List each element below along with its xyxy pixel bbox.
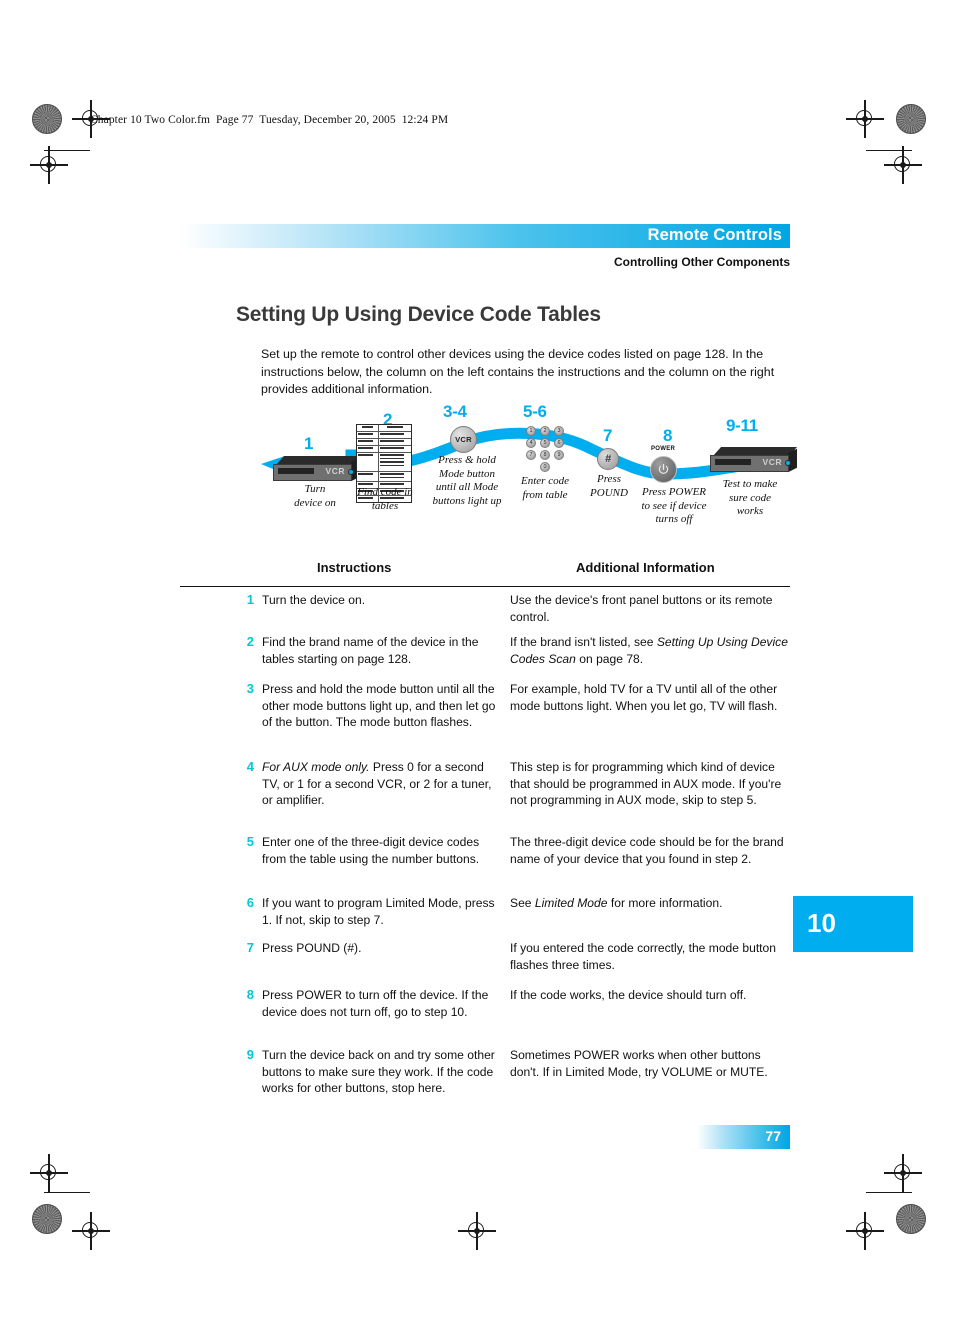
power-button-icon bbox=[650, 456, 677, 483]
step-number: 8 bbox=[246, 987, 254, 1002]
chapter-tab: 10 bbox=[793, 896, 913, 952]
step-instruction: Press POUND (#). bbox=[262, 941, 362, 955]
table-row: 3 Press and hold the mode button until a… bbox=[180, 681, 790, 759]
step-additional: If you entered the code correctly, the m… bbox=[510, 941, 776, 972]
trim-line-bottom-left bbox=[44, 1192, 90, 1194]
additional-text-emphasis: Limited Mode bbox=[534, 896, 608, 910]
flow-step-number-7: 7 bbox=[603, 426, 613, 445]
print-file-header: Chapter 10 Two Color.fm Page 77 Tuesday,… bbox=[90, 114, 449, 126]
column-header-instructions: Instructions bbox=[317, 560, 392, 575]
step-additional: If the code works, the device should tur… bbox=[510, 988, 747, 1002]
flow-step-number-3-4: 3-4 bbox=[443, 402, 467, 421]
page-number-band: 77 bbox=[697, 1125, 790, 1149]
table-row: 7 Press POUND (#). If you entered the co… bbox=[180, 940, 790, 987]
step-number: 7 bbox=[246, 940, 254, 955]
step-additional: For example, hold TV for a TV until all … bbox=[510, 682, 778, 713]
step-number: 3 bbox=[246, 681, 254, 696]
registration-mark-right-upper bbox=[884, 146, 922, 184]
step-instruction: Enter one of the three-digit device code… bbox=[262, 835, 480, 866]
table-row: 4 For AUX mode only. Press 0 for a secon… bbox=[180, 759, 790, 834]
step-instruction: Press POWER to turn off the device. If t… bbox=[262, 988, 489, 1019]
trim-line-top-right bbox=[866, 150, 912, 152]
flow-step-number-5-6: 5-6 bbox=[523, 402, 547, 421]
step-additional: Sometimes POWER works when other buttons… bbox=[510, 1048, 768, 1079]
flow-step-caption-5-6: Enter code from table bbox=[521, 475, 569, 501]
table-row: 1 Turn the device on. Use the device's f… bbox=[180, 592, 790, 634]
flow-step-number-1: 1 bbox=[304, 434, 314, 453]
table-row: 5 Enter one of the three-digit device co… bbox=[180, 834, 790, 895]
vcr-device-icon: VCR bbox=[273, 456, 361, 482]
flow-step-number-8: 8 bbox=[663, 426, 673, 445]
pound-button-icon: # bbox=[597, 448, 619, 470]
additional-text-pre: See bbox=[510, 896, 535, 910]
step-additional: This step is for programming which kind … bbox=[510, 760, 782, 808]
instruction-text-emphasis: For AUX mode only. bbox=[262, 760, 370, 774]
registration-mark-right-lower bbox=[884, 1154, 922, 1192]
step-additional: If the brand isn't listed, see Setting U… bbox=[510, 634, 788, 681]
registration-mark-top-right bbox=[846, 100, 884, 138]
trim-line-bottom-right bbox=[866, 1192, 912, 1194]
table-row: 2 Find the brand name of the device in t… bbox=[180, 634, 790, 681]
instructions-table-header: Instructions Additional Information bbox=[180, 560, 790, 586]
step-instruction: Turn the device on. bbox=[262, 593, 366, 607]
flow-step-caption-3-4: Press & hold Mode button until all Mode … bbox=[432, 454, 502, 507]
mode-button-label: VCR bbox=[455, 435, 472, 444]
step-number: 6 bbox=[246, 895, 254, 910]
power-symbol-icon bbox=[658, 463, 669, 474]
flow-step-caption-9-11: Test to make sure code works bbox=[722, 478, 778, 517]
registration-mark-bottom-right bbox=[846, 1212, 884, 1250]
halftone-dot-top-left bbox=[32, 104, 62, 134]
step-instruction: Press and hold the mode button until all… bbox=[262, 682, 496, 730]
step-instruction: If you want to program Limited Mode, pre… bbox=[262, 896, 495, 927]
step-instruction: Turn the device back on and try some oth… bbox=[262, 1048, 495, 1096]
pound-button-label: # bbox=[604, 453, 612, 465]
halftone-dot-bottom-right bbox=[896, 1204, 926, 1234]
mode-button-icon: VCR bbox=[450, 426, 477, 453]
registration-mark-bottom-left bbox=[72, 1212, 110, 1250]
instructions-table-body: 1 Turn the device on. Use the device's f… bbox=[180, 592, 790, 1117]
additional-text-post: for more information. bbox=[607, 896, 723, 910]
step-number: 9 bbox=[246, 1047, 254, 1062]
intro-paragraph: Set up the remote to control other devic… bbox=[261, 347, 775, 396]
additional-text-post: on page 78. bbox=[575, 651, 644, 666]
step-additional: The three-digit device code should be fo… bbox=[510, 835, 784, 866]
registration-mark-left-upper bbox=[30, 146, 68, 184]
page-title: Setting Up Using Device Code Tables bbox=[236, 303, 601, 326]
table-header-rule bbox=[180, 586, 790, 588]
page-header-band: Remote Controls bbox=[180, 224, 790, 248]
step-number: 1 bbox=[246, 592, 254, 607]
step-instruction: For AUX mode only. Press 0 for a second … bbox=[262, 759, 502, 834]
vcr-device-icon-test: VCR bbox=[710, 447, 798, 473]
trim-line-top-left bbox=[44, 150, 90, 152]
halftone-dot-top-right bbox=[896, 104, 926, 134]
registration-mark-left-lower bbox=[30, 1154, 68, 1192]
step-additional: Use the device's front panel buttons or … bbox=[510, 593, 773, 624]
setup-flow-diagram: 1 VCR Turn device on 2 Find code in tabl… bbox=[255, 398, 800, 538]
additional-text-pre: If the brand isn't listed, see bbox=[510, 635, 657, 649]
halftone-dot-bottom-left bbox=[32, 1204, 62, 1234]
table-row: 9 Turn the device back on and try some o… bbox=[180, 1047, 790, 1117]
step-number: 2 bbox=[246, 634, 254, 649]
step-additional: See Limited Mode for more information. bbox=[510, 895, 788, 940]
table-row: 8 Press POWER to turn off the device. If… bbox=[180, 987, 790, 1047]
step-instruction: Find the brand name of the device in the… bbox=[262, 635, 479, 666]
page-header-subtitle: Controlling Other Components bbox=[614, 255, 790, 269]
page-header-title: Remote Controls bbox=[647, 226, 782, 244]
step-number: 5 bbox=[246, 834, 254, 849]
table-row: 6 If you want to program Limited Mode, p… bbox=[180, 895, 790, 940]
keypad-icon: 123 456 789 0 bbox=[521, 426, 569, 474]
flow-step-number-9-11: 9-11 bbox=[726, 416, 758, 435]
power-button-label: POWER bbox=[651, 446, 676, 452]
page-number: 77 bbox=[765, 1128, 781, 1144]
flow-step-caption-2: Find code in tables bbox=[357, 486, 413, 512]
step-number: 4 bbox=[246, 759, 254, 774]
registration-mark-bottom-center bbox=[458, 1212, 496, 1250]
column-header-additional: Additional Information bbox=[576, 560, 715, 575]
